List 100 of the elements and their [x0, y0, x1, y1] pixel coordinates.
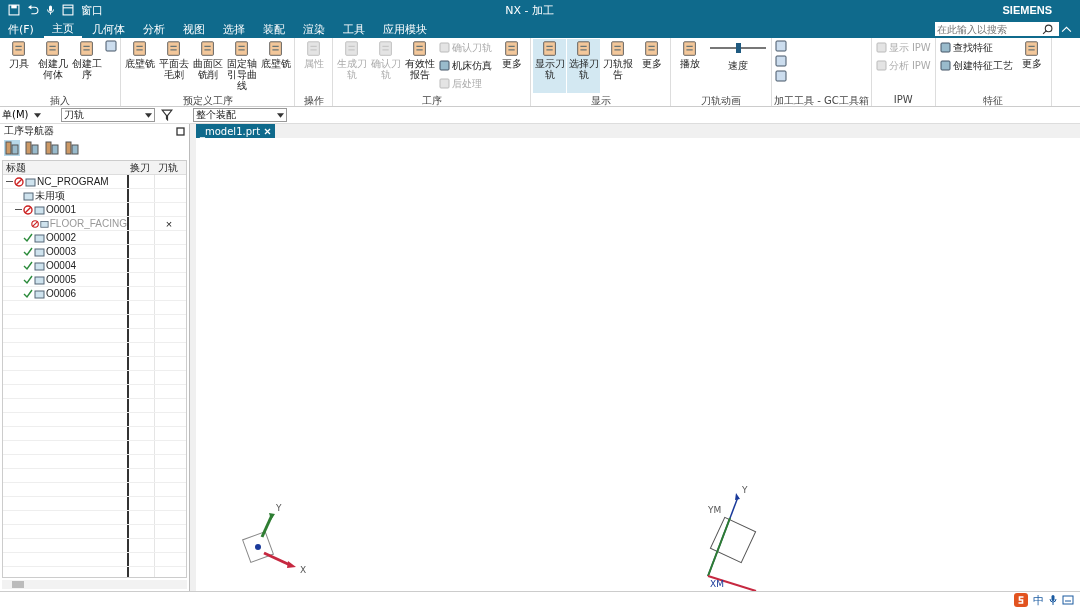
folder-icon	[39, 218, 49, 229]
search-icon[interactable]	[1042, 23, 1053, 35]
ribbon-button[interactable]: 显示刀轨	[533, 39, 566, 93]
group-label: 操作	[302, 94, 325, 106]
scope-filter-dropdown[interactable]: 整个装配	[193, 108, 288, 122]
document-icon	[680, 40, 699, 58]
collapse-toggle-icon[interactable]	[15, 206, 22, 213]
microphone-icon[interactable]	[46, 4, 55, 16]
column-header[interactable]: 换刀	[127, 161, 155, 175]
collapse-toggle-icon[interactable]	[6, 178, 13, 185]
ribbon-button[interactable]: 更多	[495, 39, 528, 93]
document-icon	[9, 40, 28, 58]
ribbon-button[interactable]: 更多	[1015, 39, 1049, 93]
undo-icon[interactable]	[27, 4, 39, 16]
microphone-icon[interactable]	[1049, 594, 1057, 606]
group-label: 插入	[49, 94, 71, 106]
ribbon-button[interactable]: 底壁铣	[259, 39, 292, 93]
document-icon	[164, 40, 183, 58]
square-icon[interactable]	[774, 69, 788, 83]
ribbon-button[interactable]: 机床仿真	[437, 57, 494, 74]
ime-indicator[interactable]: 中	[1033, 592, 1044, 608]
document-icon	[43, 40, 62, 58]
ribbon-button[interactable]: 曲面区铣削	[191, 39, 224, 93]
maximize-icon[interactable]	[176, 126, 185, 136]
menu-tab[interactable]: 视图	[174, 20, 213, 38]
folder-icon	[34, 246, 45, 257]
ribbon-button[interactable]: 刀轨报告	[601, 39, 634, 93]
input-method-icon[interactable]	[1014, 593, 1028, 607]
column-header[interactable]: 刀轨	[155, 161, 186, 175]
menu-tab[interactable]: 件(F)	[0, 20, 42, 38]
document-icon	[410, 40, 429, 58]
menu-tab[interactable]: 分析	[134, 20, 173, 38]
group-label: 刀轨动画	[700, 94, 742, 106]
type-filter-dropdown[interactable]: 刀轨	[61, 108, 156, 122]
caret-icon	[277, 111, 285, 119]
ribbon-button[interactable]: 选择刀轨	[567, 39, 600, 93]
tree-item[interactable]: 未用项	[35, 188, 65, 203]
ribbon-button[interactable]: 更多	[635, 39, 668, 93]
ribbon-button[interactable]: 刀具	[2, 39, 35, 93]
document-tab[interactable]: _model1.prt	[196, 124, 276, 138]
ribbon-button[interactable]: 固定轴引导曲线	[225, 39, 258, 93]
axis-label: Y	[742, 485, 748, 495]
square-icon[interactable]	[774, 39, 788, 53]
document-icon	[376, 40, 395, 58]
square-icon[interactable]	[774, 54, 788, 68]
ribbon-button[interactable]: 创建特征工艺	[937, 57, 1015, 74]
folder-icon	[34, 232, 45, 243]
tree-item[interactable]: O0004	[46, 260, 77, 271]
save-icon[interactable]	[8, 4, 20, 16]
ribbon-button[interactable]: 底壁铣	[123, 39, 156, 93]
collapse-icon[interactable]	[1061, 23, 1072, 35]
menu-tab[interactable]: 渲染	[294, 20, 333, 38]
view-icon[interactable]	[64, 140, 80, 156]
slider-thumb[interactable]	[736, 43, 741, 53]
menu-tab[interactable]: 选择	[214, 20, 253, 38]
tree-item[interactable]: NC_PROGRAM	[37, 176, 109, 187]
square-icon	[875, 60, 887, 71]
document-icon	[342, 40, 361, 58]
tree-item[interactable]: O0003	[46, 246, 77, 257]
keyboard-icon[interactable]	[1062, 595, 1074, 605]
axis-label: Y	[276, 503, 282, 513]
ribbon-button[interactable]: 平面去毛刺	[157, 39, 190, 93]
menu-tab[interactable]: 装配	[254, 20, 293, 38]
filter-icon[interactable]	[161, 109, 174, 121]
view-icon[interactable]	[24, 140, 40, 156]
view-icon[interactable]	[44, 140, 60, 156]
search-field[interactable]: 在此输入以搜索	[935, 22, 1059, 36]
group-label: 特征	[982, 94, 1005, 106]
ribbon-button[interactable]: 查找特征	[937, 39, 1015, 56]
tree-item[interactable]: O0006	[46, 288, 77, 299]
view-icon[interactable]	[4, 140, 20, 156]
column-header[interactable]: 标题	[3, 161, 127, 175]
ribbon-button[interactable]: 播放	[673, 39, 706, 93]
square-icon	[939, 42, 951, 53]
ribbon-button[interactable]: 有效性报告	[403, 39, 436, 93]
close-icon[interactable]	[264, 127, 272, 135]
document-icon	[540, 40, 559, 58]
ribbon-button[interactable]: 创建几何体	[36, 39, 69, 93]
square-icon	[875, 42, 887, 53]
caret-icon[interactable]	[34, 111, 42, 119]
menu-tab[interactable]: 工具	[334, 20, 373, 38]
document-icon	[232, 40, 251, 58]
square-icon	[439, 78, 450, 89]
horizontal-scrollbar[interactable]	[2, 580, 187, 589]
document-icon	[304, 40, 323, 58]
menu-button[interactable]: 单(M)	[2, 108, 29, 122]
document-icon	[198, 40, 217, 58]
document-icon	[642, 40, 661, 58]
window-menu[interactable]: 窗口	[81, 2, 103, 18]
tree-item[interactable]: O0005	[46, 274, 77, 285]
window-icon[interactable]	[62, 4, 74, 16]
menu-tab[interactable]: 应用模块	[374, 20, 435, 38]
tree-item[interactable]: O0002	[46, 232, 77, 243]
tree-item[interactable]: O0001	[46, 204, 77, 215]
document-icon	[130, 40, 149, 58]
folder-icon	[23, 190, 34, 201]
menu-tab[interactable]: 几何体	[83, 20, 133, 38]
ribbon-button[interactable]: 创建工序	[70, 39, 103, 93]
group-label: IPW	[892, 94, 914, 106]
square-icon[interactable]	[104, 39, 118, 53]
